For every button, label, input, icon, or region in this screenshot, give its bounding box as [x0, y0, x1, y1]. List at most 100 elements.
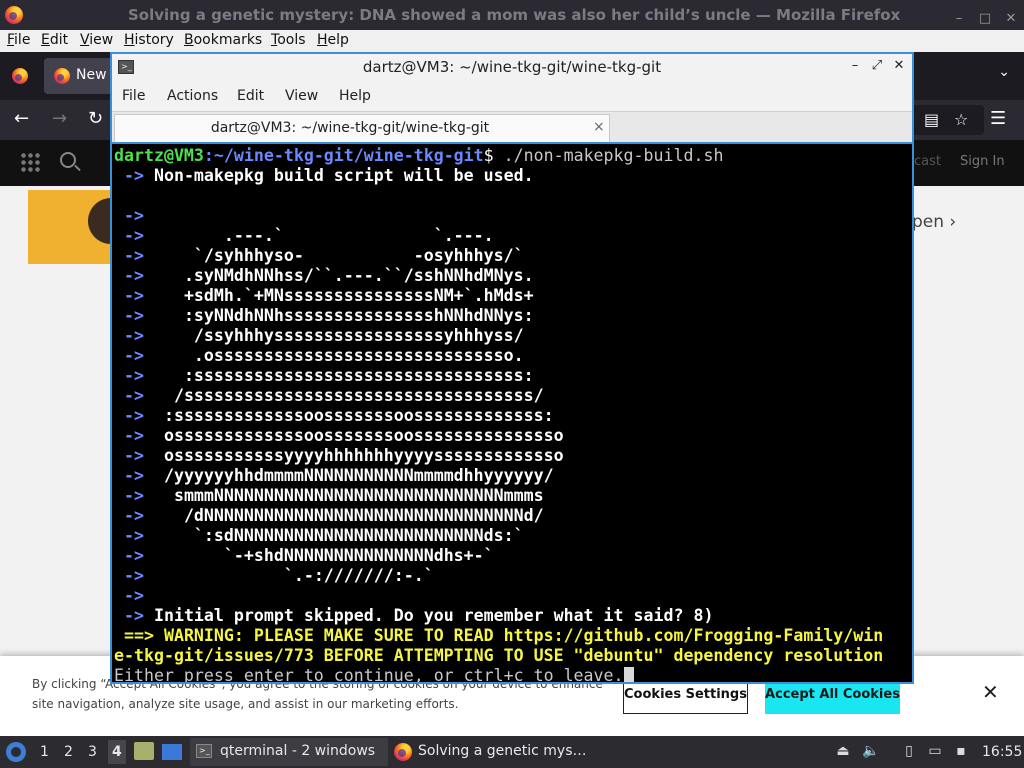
ascii-art-text: smmmNNNNNNNNNNNNNNNNNNNNNNNNNNNNNmmms: [143, 486, 544, 505]
workspace-3[interactable]: 3: [88, 744, 97, 760]
url-bar-end[interactable]: ▤ ☆: [904, 105, 984, 135]
menu-history[interactable]: History: [124, 32, 174, 48]
maximize-icon[interactable]: ⤢: [870, 58, 884, 73]
arrow-right-icon[interactable]: →: [52, 108, 67, 130]
star-icon[interactable]: ☆: [954, 109, 968, 131]
ascii-art-text: /ssyhhhysssssssssssssssssyhhhyss/: [143, 326, 524, 345]
qt-menu-actions[interactable]: Actions: [167, 88, 218, 104]
terminal-message: Initial prompt skipped. Do you remember …: [143, 606, 714, 625]
close-icon[interactable]: ✕: [982, 682, 999, 702]
clipboard-icon[interactable]: ▯: [900, 742, 918, 760]
terminal-line: -> Initial prompt skipped. Do you rememb…: [114, 606, 912, 626]
reader-icon[interactable]: ▤: [924, 109, 939, 131]
qterminal-titlebar[interactable]: >_ dartz@VM3: ~/wine-tkg-git/wine-tkg-gi…: [112, 54, 912, 80]
workspace-4[interactable]: 4: [108, 740, 126, 764]
ascii-art-text: `/syhhhyso- -osyhhhys/`: [143, 246, 524, 265]
terminal-cursor: [623, 667, 634, 682]
ascii-art-line: -> `-+shdNNNNNNNNNNNNNNNdhs+-`: [114, 546, 912, 566]
ascii-art-line: -> :syNNdhNNhssssssssssssssshNNhdNNys:: [114, 306, 912, 326]
tab-label: New: [76, 67, 107, 83]
ascii-art-line: -> smmmNNNNNNNNNNNNNNNNNNNNNNNNNNNNNmmms: [114, 486, 912, 506]
arrow-marker: ->: [114, 266, 144, 285]
warning-marker: ==>: [114, 626, 154, 645]
ascii-art-line: -> /sssssssssssssssssssssssssssssssssss/: [114, 386, 912, 406]
tab-close-icon[interactable]: ×: [593, 119, 605, 135]
ascii-art-line: -> .---.` `.---.: [114, 226, 912, 246]
firefox-menubar: File Edit View History Bookmarks Tools H…: [0, 30, 1024, 52]
workspace-1[interactable]: 1: [40, 744, 49, 760]
notification-icon[interactable]: ▪: [952, 742, 970, 760]
arrow-marker: ->: [114, 226, 144, 245]
arrow-marker: ->: [114, 486, 144, 505]
prompt-user: dartz@VM3: [114, 146, 204, 165]
qterminal-window-title: dartz@VM3: ~/wine-tkg-git/wine-tkg-git: [362, 58, 662, 76]
qt-menu-edit[interactable]: Edit: [237, 88, 264, 104]
taskbar: 1 2 3 4 >_ qterminal - 2 windows Solving…: [0, 736, 1024, 768]
terminal-line-warning: e-tkg-git/issues/773 BEFORE ATTEMPTING T…: [114, 646, 912, 666]
minimize-icon[interactable]: –: [952, 12, 966, 26]
minimize-icon[interactable]: –: [848, 58, 862, 73]
arrow-marker: ->: [114, 506, 144, 525]
qt-menu-view[interactable]: View: [285, 88, 318, 104]
ascii-art-text: osssssssssssssoosssssssoosssssssssssssso: [143, 426, 564, 445]
arrow-marker: ->: [114, 546, 144, 565]
ascii-art-text: osssssssssssyyyyhhhhhhhyyyysssssssssssso: [143, 446, 564, 465]
file-manager-icon[interactable]: [134, 742, 154, 760]
arrow-marker: ->: [114, 346, 144, 365]
menu-tools[interactable]: Tools: [271, 32, 306, 48]
menu-view[interactable]: View: [80, 32, 113, 48]
firefox-logo-icon: [5, 6, 23, 24]
maximize-icon[interactable]: □: [978, 12, 992, 26]
ascii-art-text: /sssssssssssssssssssssssssssssssssss/: [143, 386, 544, 405]
show-desktop-icon[interactable]: [162, 744, 182, 760]
search-icon[interactable]: [60, 152, 76, 168]
taskbar-firefox-label: Solving a genetic mys…: [418, 743, 587, 759]
taskbar-firefox-button[interactable]: Solving a genetic mys…: [392, 738, 592, 766]
eject-icon[interactable]: ⏏: [834, 742, 852, 760]
menu-help[interactable]: Help: [317, 32, 349, 48]
volume-icon[interactable]: 🔈: [862, 742, 880, 760]
arrow-marker: ->: [114, 366, 144, 385]
terminal-tab[interactable]: dartz@VM3: ~/wine-tkg-git/wine-tkg-git ×: [114, 114, 610, 142]
grid-menu-icon[interactable]: [20, 152, 42, 174]
site-open-link[interactable]: pen ›: [912, 212, 956, 232]
tab-favicon-icon: [54, 68, 70, 84]
menu-bookmarks[interactable]: Bookmarks: [184, 32, 262, 48]
ascii-art-text: +sdMh.`+MNsssssssssssssssNM+`.hMds+: [143, 286, 534, 305]
prompt-path: :~/wine-tkg-git/wine-tkg-git: [203, 146, 484, 165]
start-menu-icon[interactable]: [6, 742, 26, 762]
site-podcast-link[interactable]: cast: [914, 154, 941, 169]
firefox-logo-icon: [394, 743, 412, 761]
qt-menu-file[interactable]: File: [122, 88, 145, 104]
arrow-left-icon[interactable]: ←: [14, 108, 29, 130]
ascii-art-text: .ossssssssssssssssssssssssssssso.: [143, 346, 524, 365]
reload-icon[interactable]: ↻: [88, 108, 103, 130]
chevron-down-icon[interactable]: ⌄: [998, 64, 1010, 80]
close-icon[interactable]: ✕: [1004, 12, 1018, 26]
ascii-art-text: .syNMdhNNhss/``.---.``/sshNNhdMNys.: [143, 266, 534, 285]
ascii-art-line: -> :sssssssssssssoosssssssoossssssssssss…: [114, 406, 912, 426]
taskbar-qterminal-button[interactable]: >_ qterminal - 2 windows: [190, 738, 388, 766]
ascii-art-line: -> +sdMh.`+MNsssssssssssssssNM+`.hMds+: [114, 286, 912, 306]
network-icon[interactable]: ▭: [926, 742, 944, 760]
workspace-2[interactable]: 2: [64, 744, 73, 760]
qterminal-tabbar: dartz@VM3: ~/wine-tkg-git/wine-tkg-git ×: [112, 112, 912, 142]
ascii-art-block: -> -> .---.` `.---. -> `/syhhhyso- -osyh…: [114, 206, 912, 606]
ascii-art-text: /dNNNNNNNNNNNNNNNNNNNNNNNNNNNNNNNNd/: [143, 506, 544, 525]
menu-edit[interactable]: Edit: [41, 32, 68, 48]
terminal-output[interactable]: dartz@VM3:~/wine-tkg-git/wine-tkg-git$ .…: [112, 144, 912, 682]
arrow-marker: ->: [114, 306, 144, 325]
warning-text: e-tkg-git/issues/773 BEFORE ATTEMPTING T…: [114, 646, 884, 665]
hamburger-menu-icon[interactable]: ☰: [990, 108, 1006, 130]
site-signin-link[interactable]: Sign In: [960, 154, 1005, 169]
close-icon[interactable]: ✕: [892, 58, 906, 73]
firefox-view-icon[interactable]: [12, 68, 28, 84]
ascii-art-text: `-+shdNNNNNNNNNNNNNNNdhs+-`: [143, 546, 494, 565]
qterminal-menubar: File Actions Edit View Help: [112, 80, 912, 112]
qt-menu-help[interactable]: Help: [339, 88, 371, 104]
arrow-marker: ->: [114, 206, 144, 225]
menu-file[interactable]: File: [7, 32, 30, 48]
terminal-icon: >_: [196, 744, 212, 758]
ascii-art-line: -> :sssssssssssssssssssssssssssssssss:: [114, 366, 912, 386]
